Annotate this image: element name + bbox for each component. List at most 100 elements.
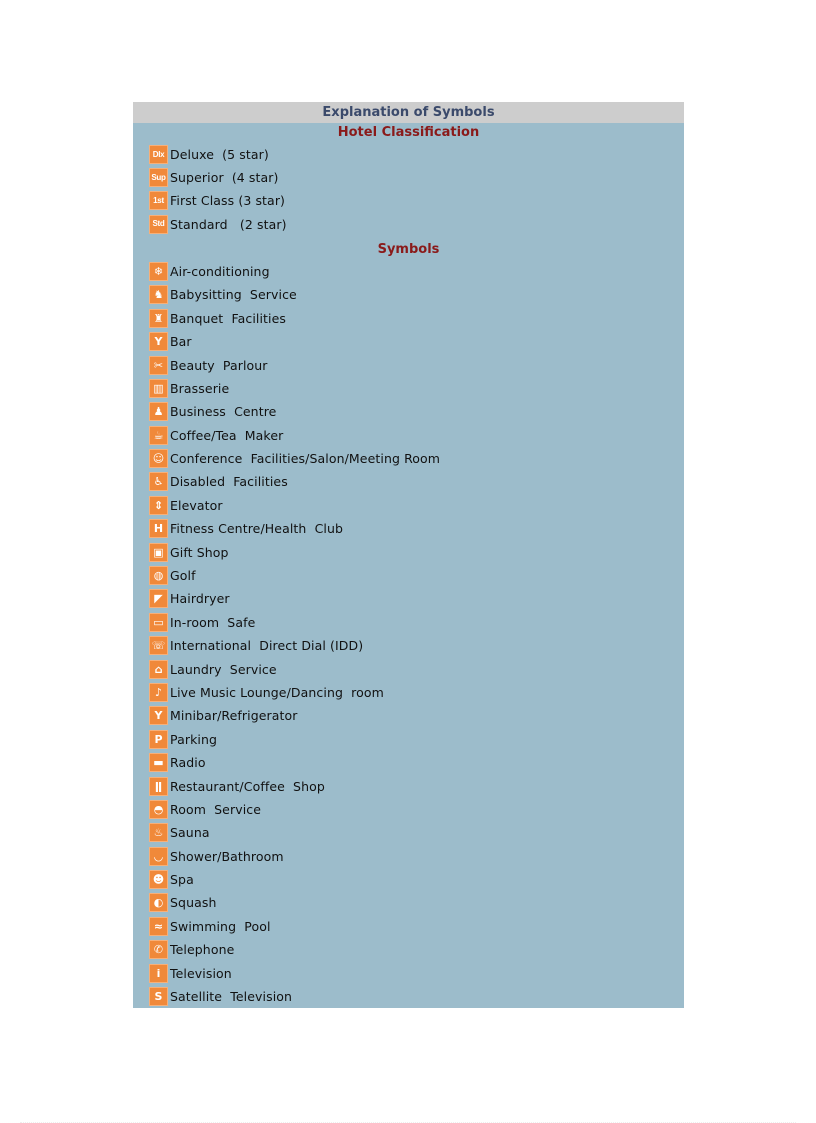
babysitting-icon: ♞ <box>149 285 168 305</box>
item-label: Fitness Centre/Health Club <box>170 521 344 537</box>
list-item: 1st First Class (3 star) <box>149 189 684 212</box>
item-label: Conference Facilities/Salon/Meeting Room <box>170 451 441 467</box>
list-item: ♪ Live Music Lounge/Dancing room <box>149 681 684 704</box>
item-label: Babysitting Service <box>170 287 297 303</box>
list-item: ✂ Beauty Parlour <box>149 353 684 376</box>
list-item: Dlx Deluxe (5 star) <box>149 143 684 166</box>
telephone-icon: ✆ <box>149 940 168 960</box>
bar-icon: Y <box>149 332 168 352</box>
brasserie-icon: ▥ <box>149 378 168 398</box>
item-label: Gift Shop <box>170 544 229 560</box>
item-label: Golf <box>170 568 196 584</box>
list-item: ▣ Gift Shop <box>149 540 684 563</box>
list-item: ◓ Room Service <box>149 798 684 821</box>
standard-icon: Std <box>149 214 168 234</box>
list-item: Sup Superior (4 star) <box>149 166 684 189</box>
item-label: In-room Safe <box>170 614 256 630</box>
minibar-icon: Y <box>149 706 168 726</box>
symbols-legend-panel: Explanation of Symbols Hotel Classificat… <box>133 102 684 1008</box>
list-item: ♞ Babysitting Service <box>149 283 684 306</box>
in-room-safe-icon: ▭ <box>149 612 168 632</box>
list-item: ◍ Golf <box>149 564 684 587</box>
item-label: First Class (3 star) <box>170 193 286 209</box>
list-item: ▬ Radio <box>149 751 684 774</box>
superior-icon: Sup <box>149 168 168 188</box>
list-item: ◡ Shower/Bathroom <box>149 845 684 868</box>
item-label: Parking <box>170 731 218 747</box>
fitness-icon: H <box>149 519 168 539</box>
gift-shop-icon: ▣ <box>149 542 168 562</box>
list-item: ◐ Squash <box>149 891 684 914</box>
item-label: Room Service <box>170 801 262 817</box>
hairdryer-icon: ◤ <box>149 589 168 609</box>
item-label: Radio <box>170 755 206 771</box>
list-item: ❄ Air-conditioning <box>149 260 684 283</box>
item-label: Sauna <box>170 825 210 841</box>
list-item: H Fitness Centre/Health Club <box>149 517 684 540</box>
list-item: Y Bar <box>149 330 684 353</box>
golf-icon: ◍ <box>149 566 168 586</box>
item-label: Spa <box>170 872 194 888</box>
list-item: ♿ Disabled Facilities <box>149 470 684 493</box>
item-label: Laundry Service <box>170 661 277 677</box>
disabled-facilities-icon: ♿ <box>149 472 168 492</box>
banquet-icon: ♜ <box>149 308 168 328</box>
room-service-icon: ◓ <box>149 799 168 819</box>
list-item: ▭ In-room Safe <box>149 611 684 634</box>
symbols-list: ❄ Air-conditioning ♞ Babysitting Service ♜ Ba… <box>133 260 684 1009</box>
list-item: ⇕ Elevator <box>149 494 684 517</box>
item-label: Deluxe (5 star) <box>170 147 269 163</box>
list-item: ☕ Coffee/Tea Maker <box>149 423 684 446</box>
sauna-icon: ♨ <box>149 823 168 843</box>
symbols-heading: Symbols <box>377 241 440 257</box>
parking-icon: P <box>149 729 168 749</box>
item-label: Coffee/Tea Maker <box>170 427 284 443</box>
item-label: Standard (2 star) <box>170 216 287 232</box>
hotel-classification-heading: Hotel Classification <box>337 125 480 140</box>
restaurant-icon: ǁ <box>149 776 168 796</box>
laundry-icon: ⌂ <box>149 659 168 679</box>
item-label: Television <box>170 965 232 981</box>
item-label: Satellite Television <box>170 989 293 1005</box>
first-class-icon: 1st <box>149 191 168 211</box>
list-item: Y Minibar/Refrigerator <box>149 704 684 727</box>
elevator-icon: ⇕ <box>149 495 168 515</box>
satellite-television-icon: S <box>149 987 168 1007</box>
beauty-parlour-icon: ✂ <box>149 355 168 375</box>
swimming-pool-icon: ≈ <box>149 916 168 936</box>
item-label: Air-conditioning <box>170 263 270 279</box>
item-label: Beauty Parlour <box>170 357 268 373</box>
list-item: Std Standard (2 star) <box>149 213 684 236</box>
radio-icon: ▬ <box>149 753 168 773</box>
list-item: P Parking <box>149 728 684 751</box>
item-label: Swimming Pool <box>170 918 271 934</box>
item-label: Live Music Lounge/Dancing room <box>170 684 384 700</box>
item-label: Shower/Bathroom <box>170 848 284 864</box>
air-conditioning-icon: ❄ <box>149 261 168 281</box>
list-item: ǁ Restaurant/Coffee Shop <box>149 774 684 797</box>
deluxe-icon: Dlx <box>149 145 168 165</box>
list-item: ☺ Conference Facilities/Salon/Meeting Roo… <box>149 447 684 470</box>
list-item: ☻ Spa <box>149 868 684 891</box>
item-label: Elevator <box>170 497 223 513</box>
item-label: Disabled Facilities <box>170 474 288 490</box>
list-item: ✆ Telephone <box>149 938 684 961</box>
item-label: Superior (4 star) <box>170 170 279 186</box>
list-item: ⌂ Laundry Service <box>149 657 684 680</box>
item-label: Business Centre <box>170 404 277 420</box>
list-item: ◤ Hairdryer <box>149 587 684 610</box>
item-label: Restaurant/Coffee Shop <box>170 778 325 794</box>
item-label: Telephone <box>170 942 235 958</box>
squash-icon: ◐ <box>149 893 168 913</box>
conference-icon: ☺ <box>149 449 168 469</box>
item-label: Hairdryer <box>170 591 230 607</box>
live-music-icon: ♪ <box>149 682 168 702</box>
idd-icon: ☏ <box>149 636 168 656</box>
list-item: ♟ Business Centre <box>149 400 684 423</box>
item-label: Bar <box>170 334 192 350</box>
list-item: ♜ Banquet Facilities <box>149 307 684 330</box>
item-label: Banquet Facilities <box>170 310 287 326</box>
list-item: i Television <box>149 961 684 984</box>
list-item: ♨ Sauna <box>149 821 684 844</box>
coffee-tea-maker-icon: ☕ <box>149 425 168 445</box>
